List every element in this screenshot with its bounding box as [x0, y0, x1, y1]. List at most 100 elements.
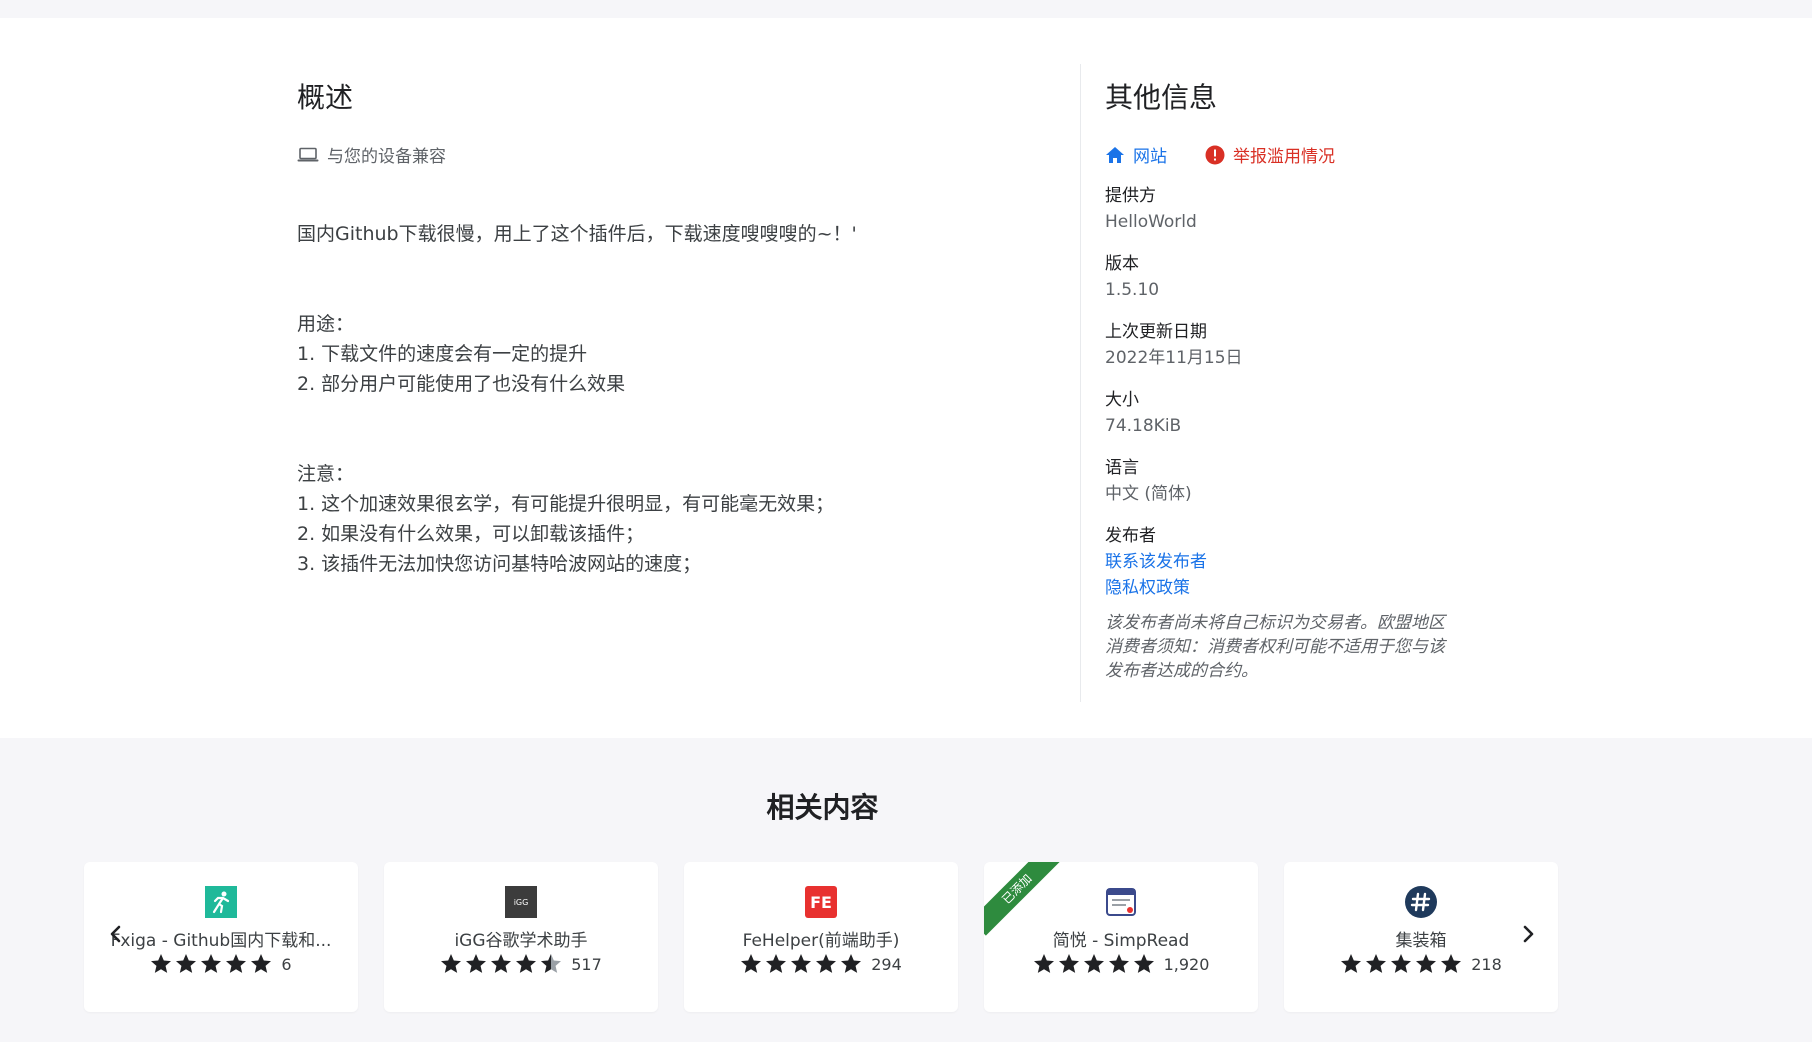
- star-icon: [176, 954, 197, 973]
- report-abuse-link[interactable]: 举报滥用情况: [1205, 142, 1335, 167]
- compat-row: 与您的设备兼容: [297, 142, 1057, 167]
- related-section: 相关内容 Fxiga - Github国内下载和... 6 iGG iGG谷歌学…: [0, 738, 1812, 1042]
- star-icon: [226, 954, 247, 973]
- carousel-next-button[interactable]: [1514, 920, 1542, 948]
- star-icon: [1366, 954, 1387, 973]
- publisher-label: 发布者: [1105, 526, 1156, 546]
- report-label: 举报滥用情况: [1233, 147, 1335, 167]
- laptop-icon: [297, 147, 319, 161]
- related-card-rating: 517: [384, 954, 658, 974]
- svg-text:iGG: iGG: [514, 898, 529, 907]
- chevron-left-icon: [110, 925, 121, 943]
- star-rating: [440, 954, 565, 974]
- star-rating: [740, 954, 865, 974]
- related-card[interactable]: iGG iGG谷歌学术助手 517: [384, 862, 658, 1012]
- website-link[interactable]: 网站: [1105, 142, 1167, 167]
- star-icon: [816, 954, 837, 973]
- star-icon: [1083, 954, 1104, 973]
- star-icon: [466, 954, 487, 973]
- star-icon: [791, 954, 812, 973]
- other-info-title: 其他信息: [1105, 81, 1218, 114]
- alert-icon: [1205, 145, 1225, 164]
- version-block: 版本 1.5.10: [1105, 251, 1465, 303]
- privacy-policy-link[interactable]: 隐私权政策: [1105, 575, 1465, 601]
- provider-block: 提供方 HelloWorld: [1105, 183, 1465, 235]
- star-icon: [1391, 954, 1412, 973]
- rating-count: 218: [1471, 954, 1502, 974]
- related-card-name: FeHelper(前端助手): [742, 931, 900, 951]
- language-block: 语言 中文 (简体): [1105, 455, 1465, 507]
- star-icon: [766, 954, 787, 973]
- top-strip: [0, 0, 1812, 18]
- star-icon: [251, 954, 272, 973]
- trader-note: 该发布者尚未将自己标识为交易者。欧盟地区消费者须知：消费者权利可能不适用于您与该…: [1105, 613, 1445, 681]
- star-icon: [741, 954, 762, 973]
- related-card-rating: 294: [684, 954, 958, 974]
- info-links: 网站 举报滥用情况: [1105, 142, 1465, 167]
- updated-label: 上次更新日期: [1105, 322, 1207, 342]
- rating-count: 6: [281, 954, 292, 974]
- simpread-icon: [1106, 888, 1136, 916]
- related-card-rating: 1,920: [984, 954, 1258, 974]
- related-card-name: 简悦 - SimpRead: [1052, 931, 1190, 951]
- star-icon: [1416, 954, 1437, 973]
- star-icon: [1441, 954, 1462, 973]
- size-value: 74.18KiB: [1105, 416, 1182, 436]
- hash-icon: [1405, 886, 1437, 918]
- home-icon: [1106, 146, 1124, 163]
- star-icon: [841, 954, 862, 973]
- chevron-right-icon: [1523, 925, 1534, 943]
- related-card-rating: 218: [1284, 954, 1558, 974]
- contact-publisher-link[interactable]: 联系该发布者: [1105, 549, 1465, 575]
- related-card-rating: 6: [84, 954, 358, 974]
- description-paragraph: 注意： 1. 这个加速效果很玄学，有可能提升很明显，有可能毫无效果； 2. 如果…: [297, 463, 835, 575]
- star-icon: [1058, 954, 1079, 973]
- size-label: 大小: [1105, 390, 1139, 410]
- star-icon: [441, 954, 462, 973]
- version-value: 1.5.10: [1105, 280, 1160, 300]
- language-label: 语言: [1105, 458, 1139, 478]
- added-badge: 已添加: [984, 862, 1064, 936]
- other-info-section: 其他信息 网站 举报滥用情况 提供方 HelloWorld 版本 1.5.10 …: [1105, 80, 1465, 683]
- overview-title: 概述: [297, 81, 354, 114]
- publisher-block: 发布者 联系该发布者 隐私权政策 该发布者尚未将自己标识为交易者。欧盟地区消费者…: [1105, 523, 1465, 683]
- provider-value: HelloWorld: [1105, 212, 1197, 232]
- rating-count: 1,920: [1163, 954, 1210, 974]
- half-star-icon: [541, 954, 562, 973]
- star-rating: [1033, 954, 1158, 974]
- igg-icon: iGG: [505, 886, 537, 918]
- related-card-name: iGG谷歌学术助手: [454, 931, 588, 951]
- description: 国内Github下载很慢，用上了这个插件后，下载速度嗖嗖嗖的~！' 用途： 1.…: [297, 189, 1057, 609]
- rating-count: 517: [571, 954, 602, 974]
- star-icon: [491, 954, 512, 973]
- star-icon: [201, 954, 222, 973]
- svg-text:FE: FE: [810, 893, 832, 912]
- compat-text: 与您的设备兼容: [327, 147, 446, 167]
- star-rating: [1340, 954, 1465, 974]
- star-icon: [1108, 954, 1129, 973]
- star-icon: [516, 954, 537, 973]
- description-paragraph: 用途： 1. 下载文件的速度会有一定的提升 2. 部分用户可能使用了也没有什么效…: [297, 313, 626, 395]
- star-icon: [1033, 954, 1054, 973]
- fe-icon: FE: [805, 886, 837, 918]
- website-label: 网站: [1133, 147, 1167, 167]
- overview-section: 概述 与您的设备兼容 国内Github下载很慢，用上了这个插件后，下载速度嗖嗖嗖…: [297, 80, 1057, 609]
- related-card[interactable]: 已添加 简悦 - SimpRead 1,920: [984, 862, 1258, 1012]
- star-icon: [151, 954, 172, 973]
- star-icon: [1341, 954, 1362, 973]
- provider-label: 提供方: [1105, 186, 1156, 206]
- version-label: 版本: [1105, 254, 1139, 274]
- updated-block: 上次更新日期 2022年11月15日: [1105, 319, 1465, 371]
- related-title: 相关内容: [766, 791, 879, 824]
- rating-count: 294: [871, 954, 902, 974]
- carousel-prev-button[interactable]: [102, 920, 130, 948]
- star-rating: [150, 954, 275, 974]
- description-paragraph: 国内Github下载很慢，用上了这个插件后，下载速度嗖嗖嗖的~！': [297, 223, 857, 245]
- column-divider: [1080, 64, 1081, 702]
- related-card[interactable]: FE FeHelper(前端助手) 294: [684, 862, 958, 1012]
- updated-value: 2022年11月15日: [1105, 348, 1243, 368]
- star-icon: [1133, 954, 1154, 973]
- size-block: 大小 74.18KiB: [1105, 387, 1465, 439]
- language-value: 中文 (简体): [1105, 484, 1192, 504]
- runner-icon: [205, 886, 237, 918]
